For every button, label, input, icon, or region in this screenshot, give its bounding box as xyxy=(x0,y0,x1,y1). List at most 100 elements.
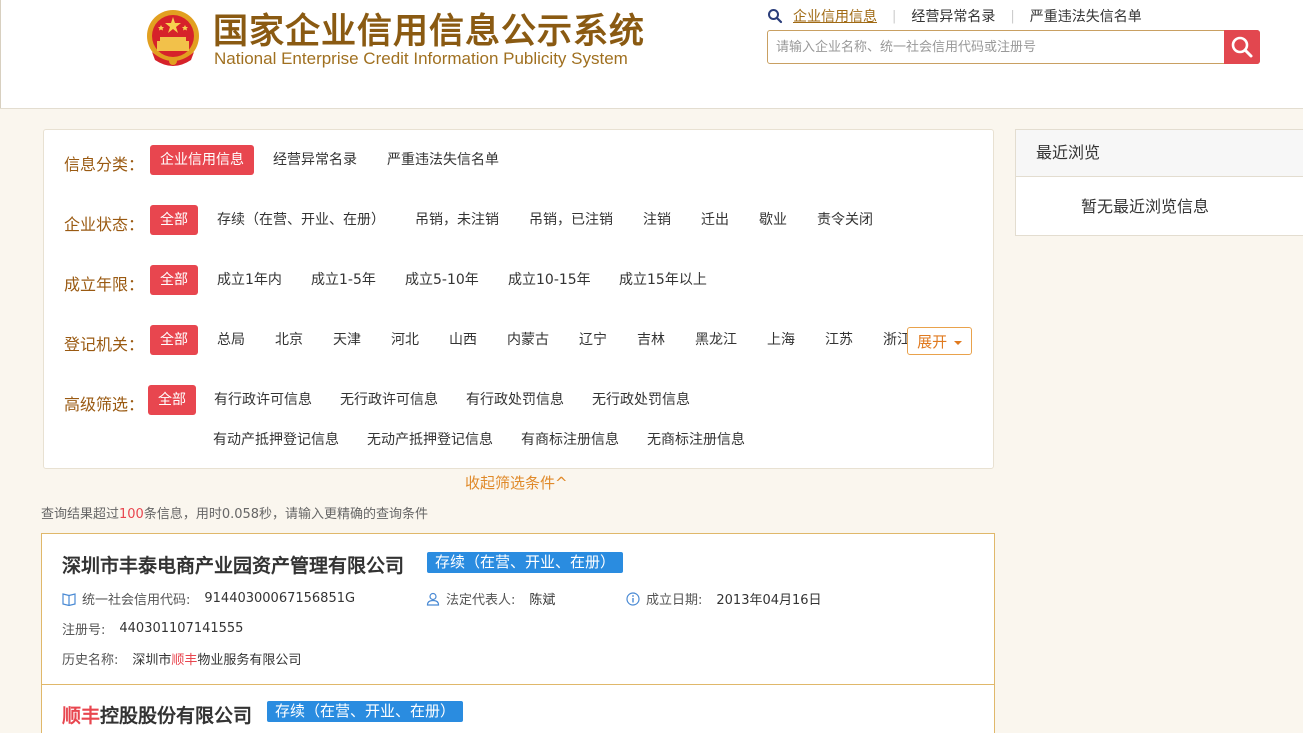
filter-chip[interactable]: 有行政处罚信息 xyxy=(466,385,564,415)
filter-chip[interactable]: 有行政许可信息 xyxy=(214,385,312,415)
header-border xyxy=(0,0,1,108)
filter-chip[interactable]: 江苏 xyxy=(825,325,853,355)
reg-no-label: 注册号: xyxy=(62,623,106,638)
search-icon xyxy=(768,9,783,24)
filter-chip[interactable]: 全部 xyxy=(150,265,198,295)
filter-label-age: 成立年限： xyxy=(64,275,145,294)
search-input[interactable] xyxy=(768,31,1223,63)
company-name[interactable]: 深圳市丰泰电商产业园资产管理有限公司 xyxy=(62,551,404,578)
summary-prefix: 查询结果超过 xyxy=(41,507,120,522)
result-summary: 查询结果超过100条信息，用时0.058秒，请输入更精确的查询条件 xyxy=(41,503,428,522)
filter-chip[interactable]: 上海 xyxy=(767,325,795,355)
filter-chip[interactable]: 吊销，已注销 xyxy=(529,205,613,235)
site-header: 国家企业信用信息公示系统 National Enterprise Credit … xyxy=(0,0,1303,109)
filter-chip[interactable]: 内蒙古 xyxy=(507,325,549,355)
former-name-field: 历史名称: 深圳市 顺丰 物业服务有限公司 xyxy=(62,649,301,668)
credit-code-value: 91440300067156851G xyxy=(204,591,356,606)
filter-chip[interactable]: 迁出 xyxy=(701,205,729,235)
filter-chip[interactable]: 企业信用信息 xyxy=(150,145,254,175)
filter-chip[interactable]: 存续（在营、开业、在册） xyxy=(217,205,385,235)
found-date-field: 成立日期: 2013年04月16日 xyxy=(626,589,822,608)
filter-chip[interactable]: 全部 xyxy=(150,325,198,355)
filter-chip[interactable]: 注销 xyxy=(643,205,671,235)
filter-label-advanced: 高级筛选： xyxy=(64,395,145,414)
search-icon xyxy=(1231,36,1253,58)
credit-code-field: 统一社会信用代码: 91440300067156851G xyxy=(62,589,355,608)
result-card[interactable]: 深圳市丰泰电商产业园资产管理有限公司 存续（在营、开业、在册） 统一社会信用代码… xyxy=(42,534,994,685)
site-title-en: National Enterprise Credit Information P… xyxy=(214,49,628,68)
recent-panel: 最近浏览 暂无最近浏览信息 xyxy=(1015,129,1303,236)
legal-rep-label: 法定代表人: xyxy=(446,593,516,608)
filter-chip[interactable]: 成立1年内 xyxy=(217,265,282,295)
nav-separator: | xyxy=(1010,8,1015,24)
former-name-label: 历史名称: xyxy=(62,653,119,668)
filter-chip[interactable]: 严重违法失信名单 xyxy=(387,145,499,175)
filter-chip[interactable]: 河北 xyxy=(391,325,419,355)
found-date-value: 2013年04月16日 xyxy=(716,593,822,608)
search-box xyxy=(767,30,1260,64)
filter-chip[interactable]: 歇业 xyxy=(759,205,787,235)
filter-chip[interactable]: 无行政许可信息 xyxy=(340,385,438,415)
filter-chip[interactable]: 山西 xyxy=(449,325,477,355)
filter-chip[interactable]: 经营异常名录 xyxy=(273,145,357,175)
summary-suffix: 条信息，用时0.058秒，请输入更精确的查询条件 xyxy=(143,507,429,522)
filter-chip[interactable]: 无动产抵押登记信息 xyxy=(367,425,493,455)
filter-chip[interactable]: 吉林 xyxy=(637,325,665,355)
result-card[interactable]: 顺丰控股股份有限公司 存续（在营、开业、在册） xyxy=(42,684,994,733)
recent-title: 最近浏览 xyxy=(1016,130,1303,177)
book-icon xyxy=(62,592,76,606)
nav-blacklist[interactable]: 严重违法失信名单 xyxy=(1030,6,1142,26)
expand-button[interactable]: 展开 xyxy=(907,327,972,355)
filter-chip[interactable]: 有动产抵押登记信息 xyxy=(213,425,339,455)
status-badge: 存续（在营、开业、在册） xyxy=(267,701,464,722)
summary-count: 100 xyxy=(119,507,144,522)
filter-chip[interactable]: 有商标注册信息 xyxy=(521,425,619,455)
nav-abnormal-list[interactable]: 经营异常名录 xyxy=(911,6,995,26)
recent-empty-text: 暂无最近浏览信息 xyxy=(1080,197,1209,216)
filter-label-status: 企业状态： xyxy=(64,215,145,234)
filter-chip[interactable]: 成立1-5年 xyxy=(311,265,376,295)
filter-chip[interactable]: 责令关闭 xyxy=(817,205,873,235)
found-date-label: 成立日期: xyxy=(646,593,703,608)
top-nav: 企业信用信息 | 经营异常名录 | 严重违法失信名单 xyxy=(767,6,1142,26)
nav-separator: | xyxy=(892,8,897,24)
filter-chip[interactable]: 吊销，未注销 xyxy=(415,205,499,235)
caret-down-icon xyxy=(953,340,962,345)
credit-code-label: 统一社会信用代码: xyxy=(82,593,191,608)
filter-chip[interactable]: 黑龙江 xyxy=(695,325,737,355)
collapse-filters-link[interactable]: 收起筛选条件^ xyxy=(465,472,568,493)
filter-chip[interactable]: 无行政处罚信息 xyxy=(592,385,690,415)
info-icon xyxy=(626,591,640,606)
filter-panel: 信息分类： 企业信用信息 经营异常名录 严重违法失信名单 企业状态： 全部 存续… xyxy=(43,129,994,469)
filter-chip[interactable]: 总局 xyxy=(217,325,245,355)
person-icon xyxy=(426,592,440,606)
filter-chip[interactable]: 天津 xyxy=(333,325,361,355)
reg-no-value: 440301107141555 xyxy=(119,621,244,636)
filter-chip[interactable]: 北京 xyxy=(275,325,303,355)
company-name[interactable]: 顺丰控股股份有限公司 xyxy=(62,701,252,728)
filter-chip[interactable]: 成立15年以上 xyxy=(619,265,707,295)
filter-label-authority: 登记机关： xyxy=(64,335,145,354)
expand-label: 展开 xyxy=(917,333,948,351)
nav-credit-info[interactable]: 企业信用信息 xyxy=(793,6,877,26)
status-badge: 存续（在营、开业、在册） xyxy=(427,552,624,573)
former-name-highlight: 顺丰 xyxy=(171,653,198,668)
former-name-post: 物业服务有限公司 xyxy=(197,653,302,668)
result-list: 深圳市丰泰电商产业园资产管理有限公司 存续（在营、开业、在册） 统一社会信用代码… xyxy=(41,533,995,733)
company-name-rest: 控股股份有限公司 xyxy=(100,705,253,727)
filter-chip[interactable]: 辽宁 xyxy=(579,325,607,355)
site-title-cn: 国家企业信用信息公示系统 xyxy=(213,12,646,52)
search-button[interactable] xyxy=(1224,30,1260,64)
filter-label-category: 信息分类： xyxy=(64,155,145,174)
national-emblem-icon xyxy=(147,10,199,66)
filter-chip[interactable]: 成立10-15年 xyxy=(508,265,591,295)
filter-chip[interactable]: 成立5-10年 xyxy=(405,265,479,295)
legal-rep-field: 法定代表人: 陈斌 xyxy=(426,589,555,608)
filter-chip[interactable]: 无商标注册信息 xyxy=(647,425,745,455)
filter-chip[interactable]: 全部 xyxy=(150,205,198,235)
former-name-pre: 深圳市 xyxy=(132,653,172,668)
company-name-highlight: 顺丰 xyxy=(62,705,101,727)
legal-rep-value: 陈斌 xyxy=(529,593,556,608)
reg-no-field: 注册号: 440301107141555 xyxy=(62,619,243,638)
filter-chip[interactable]: 全部 xyxy=(148,385,196,415)
